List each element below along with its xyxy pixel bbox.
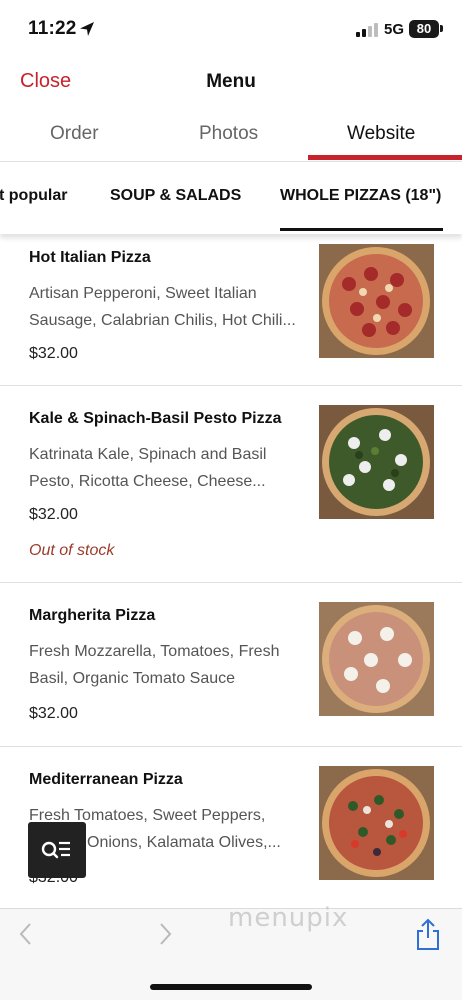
menu-item-kale-spinach[interactable]: Kale & Spinach-Basil Pesto Pizza Katrina…	[0, 386, 462, 583]
top-tab-bar: Order Photos Website	[0, 106, 462, 162]
category-most-popular[interactable]: t popular	[0, 187, 67, 205]
item-description: Katrinata Kale, Spinach and Basil Pesto,…	[29, 441, 304, 495]
tab-order[interactable]: Order	[50, 123, 99, 145]
back-arrow-icon[interactable]	[16, 921, 36, 947]
category-whole-pizzas[interactable]: WHOLE PIZZAS (18")	[280, 187, 441, 205]
menu-item-margherita[interactable]: Margherita Pizza Fresh Mozzarella, Tomat…	[0, 583, 462, 747]
item-description-line: Fresh Mozzarella, Tomatoes, Fresh	[29, 643, 280, 660]
item-description: Fresh Mozzarella, Tomatoes, Fresh Basil,…	[29, 638, 304, 692]
item-description: Artisan Pepperoni, Sweet Italian Sausage…	[29, 280, 304, 334]
browser-toolbar: menupix	[0, 903, 462, 1000]
tab-active-indicator	[308, 155, 462, 160]
signal-icon	[356, 23, 378, 37]
menu-header: Close Menu	[0, 58, 462, 106]
page-title: Menu	[206, 71, 256, 92]
item-description-line: Basil, Organic Tomato Sauce	[29, 670, 236, 687]
item-name: Hot Italian Pizza	[29, 249, 151, 266]
item-price: $32.00	[29, 345, 78, 362]
item-name: Margherita Pizza	[29, 607, 156, 624]
kale-spinach-pizza-image	[319, 405, 434, 519]
category-soup-salads[interactable]: SOUP & SALADS	[110, 187, 241, 205]
network-label: 5G	[384, 21, 405, 38]
item-description-line: Artisan Pepperoni, Sweet Italian	[29, 285, 257, 302]
tab-photos[interactable]: Photos	[199, 123, 258, 145]
search-list-icon	[41, 841, 70, 859]
location-arrow-icon	[80, 22, 94, 36]
category-active-indicator	[280, 228, 443, 231]
item-name: Mediterranean Pizza	[29, 771, 183, 788]
home-indicator	[150, 984, 312, 990]
status-time: 11:22	[28, 18, 77, 39]
forward-arrow-icon[interactable]	[155, 921, 175, 947]
share-icon[interactable]	[414, 917, 442, 951]
battery-icon: 80	[409, 20, 439, 38]
item-price: $32.00	[29, 506, 78, 523]
menu-item-hot-italian[interactable]: Hot Italian Pizza Artisan Pepperoni, Swe…	[0, 234, 462, 386]
hot-italian-pizza-image	[319, 244, 434, 358]
watermark: menupix	[228, 903, 349, 933]
item-name: Kale & Spinach-Basil Pesto Pizza	[29, 410, 282, 427]
tab-website[interactable]: Website	[347, 123, 415, 145]
category-tab-bar[interactable]: t popular SOUP & SALADS WHOLE PIZZAS (18…	[0, 162, 462, 234]
item-price: $32.00	[29, 705, 78, 722]
margherita-pizza-image	[319, 602, 434, 716]
out-of-stock-label: Out of stock	[29, 542, 115, 559]
item-description-line: Sausage, Calabrian Chilis, Hot Chili...	[29, 312, 296, 329]
menu-search-button[interactable]	[28, 822, 86, 878]
item-description-line: Pesto, Ricotta Cheese, Cheese...	[29, 473, 266, 490]
mediterranean-pizza-image	[319, 766, 434, 880]
item-description-line: Katrinata Kale, Spinach and Basil	[29, 446, 267, 463]
status-bar: 11:22 5G 80	[0, 0, 462, 58]
battery-cap	[440, 25, 443, 32]
